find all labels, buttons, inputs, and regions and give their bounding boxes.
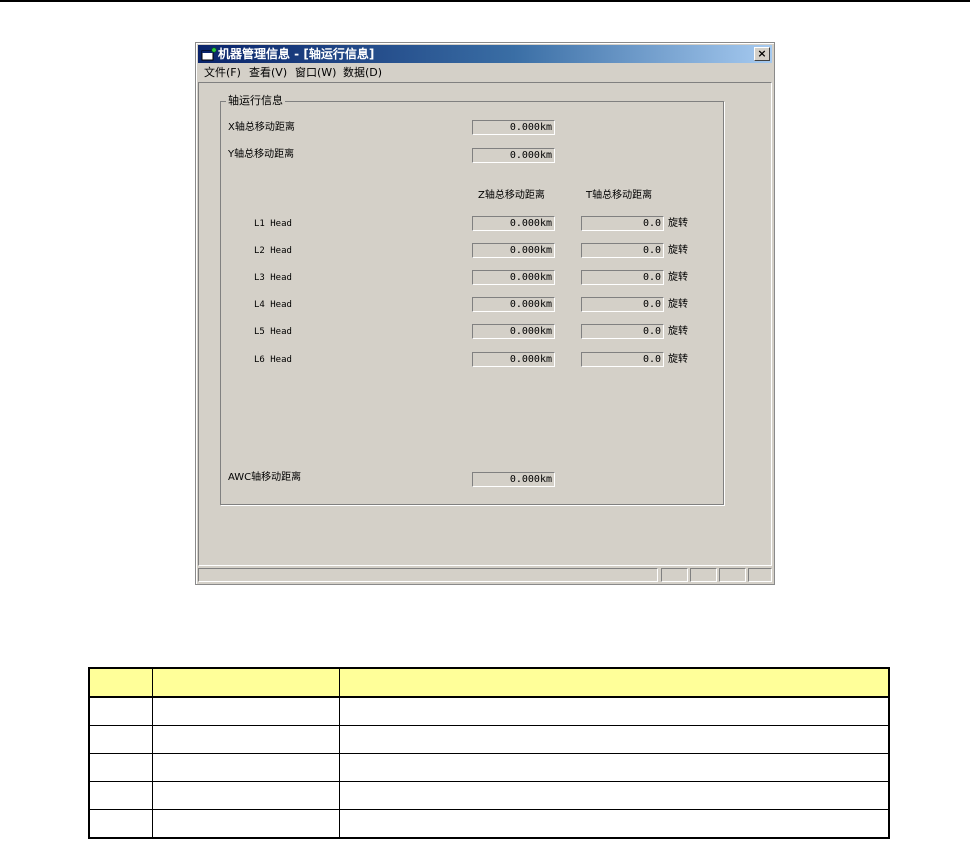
table-row xyxy=(88,753,890,782)
awc-axis-value: 0.000km xyxy=(472,472,555,487)
x-axis-label: X轴总移动距离 xyxy=(228,122,295,133)
table-cell xyxy=(338,753,890,782)
table-cell xyxy=(88,696,153,726)
page-top-rule xyxy=(0,0,970,2)
menu-data[interactable]: 数据(D) xyxy=(343,64,382,81)
head-t-unit: 旋转 xyxy=(668,218,688,229)
table-cell xyxy=(88,725,153,754)
head-row-label: L4 Head xyxy=(254,300,292,310)
table-row xyxy=(88,725,890,754)
window-title: 机器管理信息 - [轴运行信息] xyxy=(218,47,375,61)
table-cell xyxy=(338,781,890,810)
table-cell xyxy=(151,696,340,726)
head-z-value: 0.000km xyxy=(472,270,555,285)
status-pane xyxy=(748,568,772,582)
description-table-wrapper xyxy=(88,667,890,845)
menu-bar: 文件(F) 查看(V) 窗口(W) 数据(D) xyxy=(198,64,772,81)
groupbox-title: 轴运行信息 xyxy=(226,94,285,108)
y-axis-value: 0.000km xyxy=(472,148,555,163)
title-bar[interactable]: 机器管理信息 - [轴运行信息] × xyxy=(198,45,772,63)
machine-info-window: 机器管理信息 - [轴运行信息] × 文件(F) 查看(V) 窗口(W) 数据(… xyxy=(195,42,775,585)
table-cell xyxy=(338,696,890,726)
table-row xyxy=(88,696,890,726)
t-axis-column-header: T轴总移动距离 xyxy=(586,190,653,201)
table-cell xyxy=(151,753,340,782)
table-header-cell xyxy=(151,667,340,698)
table-cell xyxy=(338,725,890,754)
head-row-label: L6 Head xyxy=(254,355,292,365)
app-window-icon xyxy=(201,47,217,61)
head-z-value: 0.000km xyxy=(472,243,555,258)
z-axis-column-header: Z轴总移动距离 xyxy=(478,190,545,201)
head-z-value: 0.000km xyxy=(472,297,555,312)
head-z-value: 0.000km xyxy=(472,216,555,231)
table-cell xyxy=(88,809,153,839)
head-t-unit: 旋转 xyxy=(668,354,688,365)
status-pane xyxy=(690,568,717,582)
menu-window[interactable]: 窗口(W) xyxy=(295,64,336,81)
head-t-unit: 旋转 xyxy=(668,326,688,337)
table-row xyxy=(88,781,890,810)
head-z-value: 0.000km xyxy=(472,352,555,367)
head-t-value: 0.0 xyxy=(581,243,664,258)
status-pane-main xyxy=(198,568,658,582)
head-t-unit: 旋转 xyxy=(668,245,688,256)
status-bar xyxy=(198,568,772,582)
y-axis-label: Y轴总移动距离 xyxy=(228,149,295,160)
head-t-unit: 旋转 xyxy=(668,272,688,283)
description-table xyxy=(88,667,890,839)
table-cell xyxy=(151,809,340,839)
x-axis-value: 0.000km xyxy=(472,120,555,135)
head-t-value: 0.0 xyxy=(581,297,664,312)
menu-view[interactable]: 查看(V) xyxy=(249,64,287,81)
menu-file[interactable]: 文件(F) xyxy=(204,64,241,81)
head-t-value: 0.0 xyxy=(581,270,664,285)
awc-axis-label: AWC轴移动距离 xyxy=(228,472,302,483)
close-icon: × xyxy=(757,47,767,60)
table-header-cell xyxy=(338,667,890,698)
head-t-value: 0.0 xyxy=(581,216,664,231)
table-cell xyxy=(151,725,340,754)
head-t-value: 0.0 xyxy=(581,352,664,367)
head-z-value: 0.000km xyxy=(472,324,555,339)
table-cell xyxy=(88,753,153,782)
table-header-row xyxy=(88,667,890,698)
table-cell xyxy=(88,781,153,810)
table-cell xyxy=(338,809,890,839)
table-row xyxy=(88,809,890,839)
head-row-label: L3 Head xyxy=(254,273,292,283)
head-row-label: L5 Head xyxy=(254,327,292,337)
table-cell xyxy=(151,781,340,810)
close-button[interactable]: × xyxy=(754,47,770,61)
head-row-label: L1 Head xyxy=(254,219,292,229)
head-t-unit: 旋转 xyxy=(668,299,688,310)
table-header-cell xyxy=(88,667,153,698)
head-t-value: 0.0 xyxy=(581,324,664,339)
status-pane xyxy=(661,568,688,582)
status-pane xyxy=(719,568,746,582)
head-row-label: L2 Head xyxy=(254,246,292,256)
